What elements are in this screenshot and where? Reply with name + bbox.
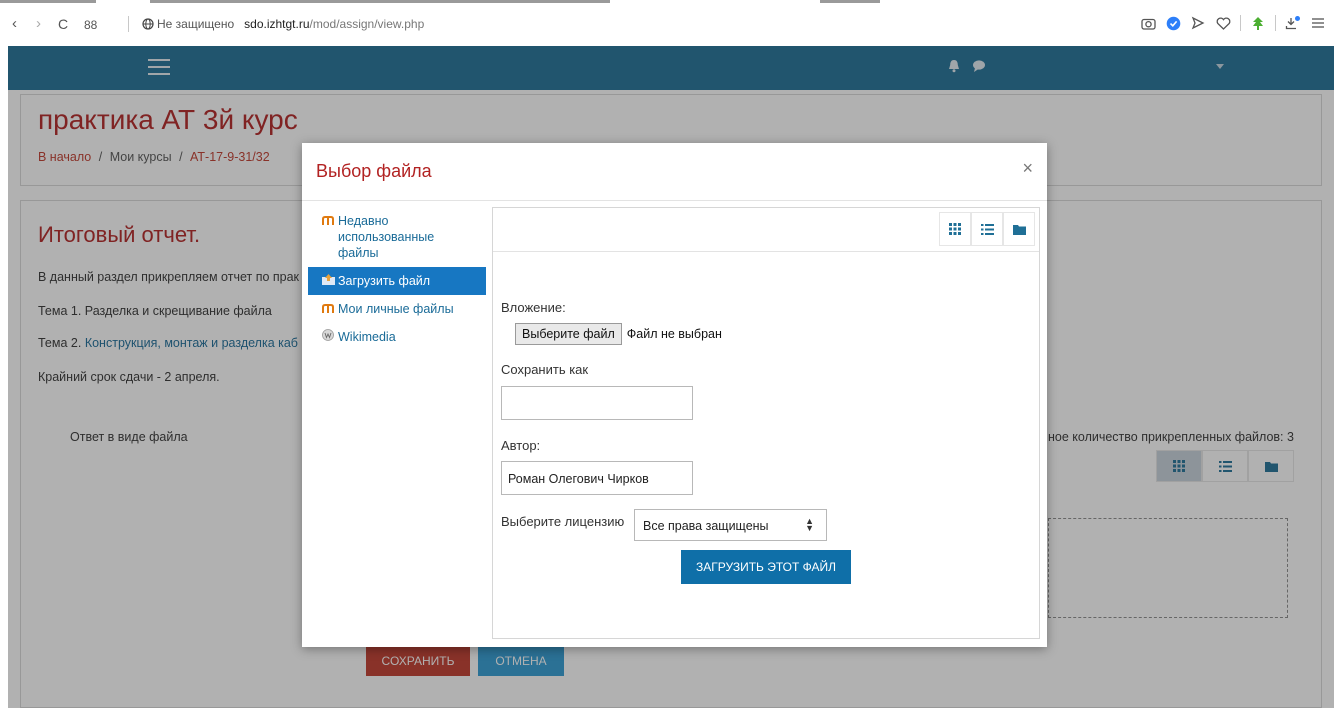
download-icon[interactable] — [1285, 15, 1301, 31]
toolbar-separator — [1275, 15, 1276, 31]
file-picker-dialog: Выбор файла × Недавно использованные фай… — [302, 143, 1047, 647]
save-as-input[interactable] — [501, 386, 693, 420]
globe-icon — [142, 18, 154, 30]
reload-button[interactable]: C — [58, 14, 68, 34]
insecure-label: Не защищено — [157, 17, 235, 31]
toolbar-separator — [1240, 15, 1241, 31]
attachment-label: Вложение: — [501, 300, 566, 315]
repo-label: Загрузить файл — [338, 274, 431, 288]
icons-view-button[interactable] — [939, 212, 971, 246]
save-as-label: Сохранить как — [501, 362, 589, 377]
no-file-chosen-text: Файл не выбран — [626, 327, 722, 341]
menu-icon[interactable] — [1310, 15, 1326, 31]
moodle-icon — [322, 301, 338, 317]
send-icon[interactable] — [1190, 15, 1206, 31]
repo-upload-file[interactable]: Загрузить файл — [308, 267, 486, 295]
dialog-title: Выбор файла — [316, 161, 432, 181]
upload-this-file-button[interactable]: ЗАГРУЗИТЬ ЭТОТ ФАЙЛ — [681, 550, 851, 584]
repo-label: Wikimedia — [338, 330, 396, 344]
list-icon — [980, 223, 994, 235]
close-icon[interactable]: × — [1022, 158, 1033, 179]
repo-wikimedia[interactable]: Wikimedia — [308, 323, 486, 351]
url-domain: sdo.izhtgt.ru — [244, 17, 310, 31]
apps-button[interactable]: 88 — [84, 15, 97, 35]
address-separator — [128, 16, 129, 32]
browser-toolbar: ‹ › C 88 Не защищено sdo.izhtgt.ru/mod/as… — [0, 0, 1334, 46]
repository-list: Недавно использованные файлы Загрузить ф… — [308, 207, 486, 351]
license-value: Все права защищены — [643, 519, 769, 533]
license-select[interactable]: Все права защищены ▲ ▼ — [634, 509, 827, 541]
wikimedia-icon — [322, 329, 338, 345]
top-strip — [0, 0, 880, 3]
dialog-header: Выбор файла × — [302, 143, 1047, 201]
back-button[interactable]: ‹ — [12, 14, 17, 34]
repo-recent-files[interactable]: Недавно использованные файлы — [308, 207, 486, 267]
grid-icon — [949, 223, 961, 235]
url-path: /mod/assign/view.php — [309, 17, 425, 31]
repo-label: Мои личные файлы — [338, 302, 454, 316]
repo-private-files[interactable]: Мои личные файлы — [308, 295, 486, 323]
choose-file-button[interactable]: Выберите файл — [515, 323, 622, 345]
upload-icon — [322, 273, 338, 289]
leaf-extension-icon[interactable] — [1250, 15, 1266, 31]
pane-view-buttons — [939, 212, 1035, 246]
moodle-icon — [322, 213, 338, 261]
folder-icon — [1012, 224, 1026, 235]
browser-extensions — [1140, 12, 1326, 34]
heart-icon[interactable] — [1215, 15, 1231, 31]
list-view-button[interactable] — [971, 212, 1003, 246]
folder-view-button[interactable] — [1003, 212, 1035, 246]
camera-icon[interactable] — [1140, 15, 1156, 31]
author-input[interactable]: Роман Олегович Чирков — [501, 461, 693, 495]
upload-pane: Вложение: Выберите файл Файл не выбран С… — [492, 207, 1040, 639]
author-label: Автор: — [501, 438, 541, 453]
select-arrows-icon: ▲ ▼ — [805, 516, 814, 533]
file-input: Выберите файл Файл не выбран — [515, 323, 722, 345]
pane-toolbar — [493, 208, 1039, 252]
address-bar[interactable]: Не защищено sdo.izhtgt.ru/mod/assign/view… — [142, 14, 424, 34]
license-label: Выберите лицензию — [501, 514, 625, 529]
forward-button[interactable]: › — [36, 14, 41, 34]
shield-icon[interactable] — [1165, 15, 1181, 31]
repo-label: Недавно использованные файлы — [338, 214, 435, 260]
